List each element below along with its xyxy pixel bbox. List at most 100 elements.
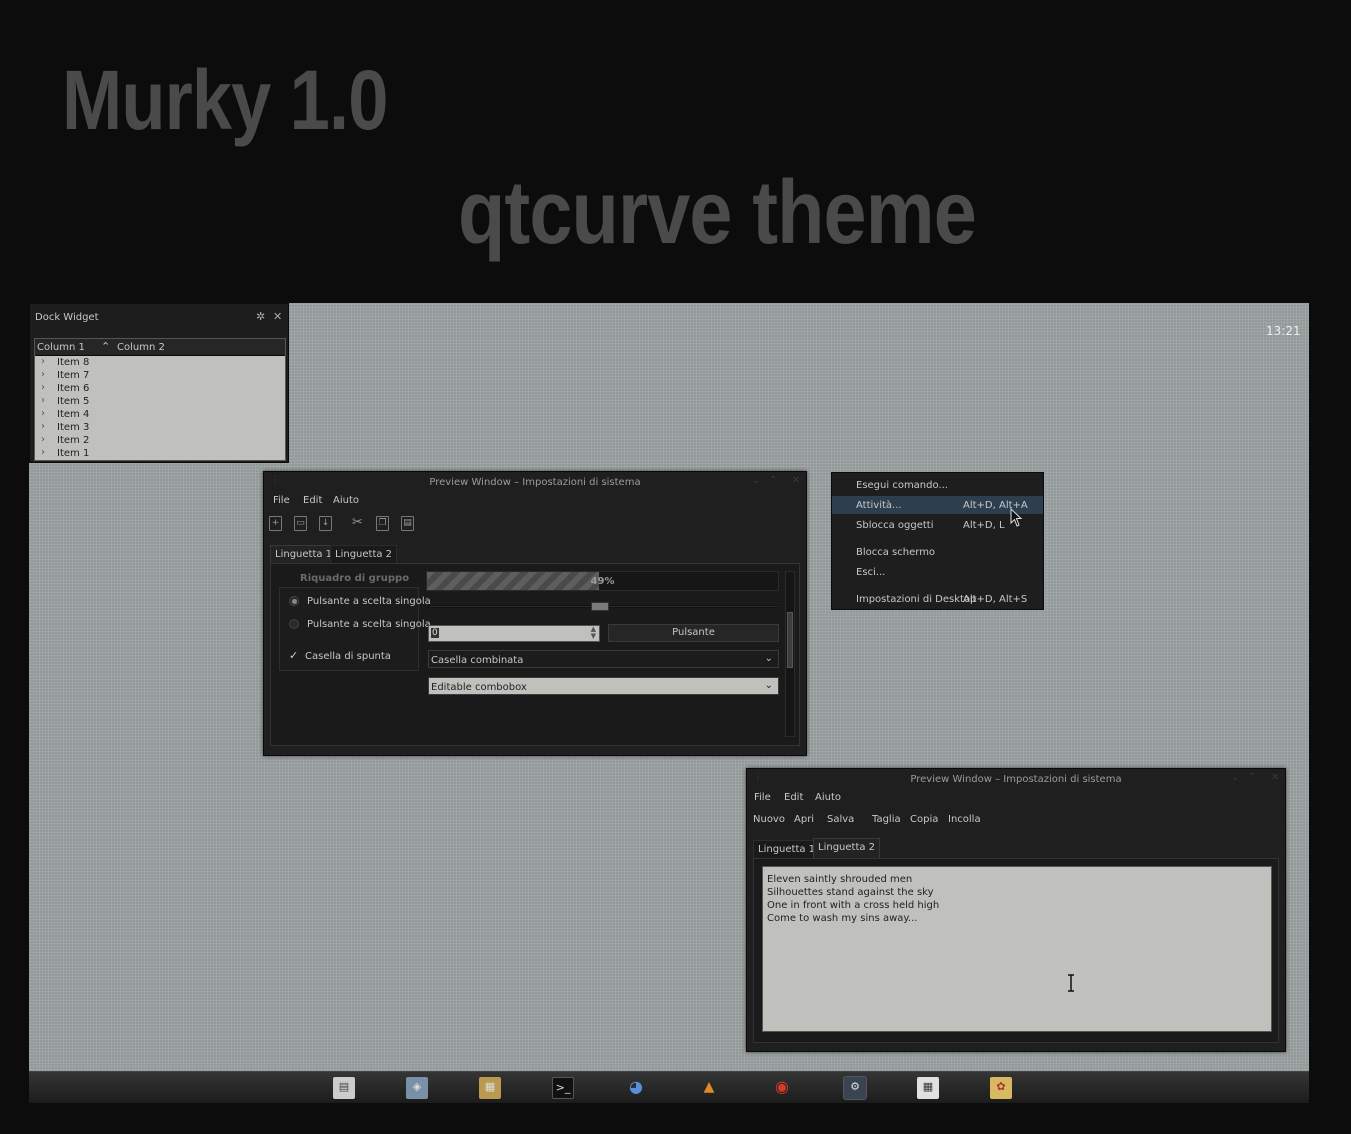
window-menu-icon[interactable]: ⋮: [270, 475, 280, 486]
group-title: Riquadro di gruppo: [300, 573, 410, 584]
menu-aiuto[interactable]: Aiuto: [333, 495, 359, 506]
text-line: One in front with a cross held high: [767, 900, 940, 911]
tree-view[interactable]: Column 1 ⌃ Column 2 › Item 8 › Item 7 › Ite…: [34, 338, 286, 461]
toolbar-taglia[interactable]: Taglia: [872, 814, 901, 825]
paint-icon[interactable]: ✿: [990, 1077, 1012, 1099]
tab-linguetta-2[interactable]: Linguetta 2: [330, 545, 398, 563]
push-button[interactable]: Pulsante: [608, 624, 779, 642]
save-file-icon[interactable]: ↓: [319, 516, 332, 531]
checkbox-label[interactable]: Casella di spunta: [305, 651, 391, 662]
media-player-icon[interactable]: ▲: [698, 1077, 720, 1099]
mouse-cursor-icon: [1010, 508, 1023, 527]
expand-icon[interactable]: ›: [41, 408, 45, 419]
chevron-down-icon: ⌄: [764, 653, 773, 664]
paste-icon[interactable]: ▤: [401, 516, 414, 531]
image-viewer-icon[interactable]: ◈: [406, 1077, 428, 1099]
radio-button-1[interactable]: [289, 596, 299, 606]
expand-icon[interactable]: ›: [41, 447, 45, 458]
terminal-icon[interactable]: >_: [552, 1077, 574, 1099]
tree-row[interactable]: › Item 4: [35, 408, 285, 421]
spinbox-arrows-icon[interactable]: ▲ ▼: [591, 626, 596, 640]
menu-edit[interactable]: Edit: [303, 495, 322, 506]
text-line: Eleven saintly shrouded men: [767, 874, 913, 885]
tree-header: Column 1 ⌃ Column 2: [35, 339, 285, 356]
taskbar: ▤ ◈ ▦ >_ ◕ ▲ ◉ ⚙ ▦ ✿: [29, 1071, 1309, 1103]
expand-icon[interactable]: ›: [41, 369, 45, 380]
dock-float-icon[interactable]: ✲: [256, 310, 265, 323]
menu-item-impostazioni[interactable]: Impostazioni di Desktop Alt+D, Alt+S: [832, 590, 1043, 608]
checkbox[interactable]: ✓: [289, 650, 300, 662]
open-file-icon[interactable]: ▭: [294, 516, 307, 531]
toolbar-nuovo[interactable]: Nuovo: [753, 814, 785, 825]
menu-file[interactable]: File: [754, 792, 771, 803]
scrollbar-handle[interactable]: [787, 612, 793, 668]
preview-window-1: Preview Window – Impostazioni di sistema…: [263, 471, 807, 756]
tree-row[interactable]: › Item 6: [35, 382, 285, 395]
toolbar-incolla[interactable]: Incolla: [948, 814, 981, 825]
clock: 13:21: [1266, 324, 1301, 338]
sort-up-icon: ⌃: [101, 340, 111, 353]
radio-button-2[interactable]: [289, 619, 299, 629]
copy-icon[interactable]: ❐: [376, 516, 389, 531]
radio-label-1[interactable]: Pulsante a scelta singola: [307, 596, 431, 607]
radio-label-2[interactable]: Pulsante a scelta singola: [307, 619, 431, 630]
menu-file[interactable]: File: [273, 495, 290, 506]
menu-aiuto[interactable]: Aiuto: [815, 792, 841, 803]
browser-icon[interactable]: ◕: [625, 1077, 647, 1099]
maximize-icon[interactable]: ⌃: [1248, 772, 1256, 783]
dock-widget: Dock Widget ✲ ✕ Column 1 ⌃ Column 2 › Ite…: [29, 303, 289, 463]
slider-handle[interactable]: [591, 602, 609, 611]
expand-icon[interactable]: ›: [41, 421, 45, 432]
maximize-icon[interactable]: ⌃: [769, 475, 777, 486]
spinbox-value[interactable]: 0: [431, 628, 439, 638]
tree-row[interactable]: › Item 8: [35, 356, 285, 369]
vertical-scrollbar[interactable]: [785, 571, 795, 737]
toolbar-apri[interactable]: Apri: [794, 814, 814, 825]
progress-label: 49%: [590, 576, 615, 587]
spreadsheet-icon[interactable]: ▦: [917, 1077, 939, 1099]
progress-bar: 49%: [426, 571, 779, 591]
window-title: Preview Window – Impostazioni di sistema: [429, 477, 641, 488]
headline-subtitle: qtcurve theme: [458, 163, 977, 263]
minimize-icon[interactable]: ⌄: [1231, 772, 1239, 783]
cut-icon[interactable]: ✂: [351, 516, 364, 531]
toolbar-copia[interactable]: Copia: [910, 814, 938, 825]
column-header-1[interactable]: Column 1: [37, 342, 85, 353]
tab-linguetta-2[interactable]: Linguetta 2: [813, 838, 881, 858]
close-icon[interactable]: ✕: [1271, 772, 1279, 783]
column-header-2[interactable]: Column 2: [117, 342, 165, 353]
window-menu-icon[interactable]: ⋮: [753, 772, 763, 783]
dock-close-icon[interactable]: ✕: [273, 310, 282, 323]
new-file-icon[interactable]: +: [269, 516, 282, 531]
menu-edit[interactable]: Edit: [784, 792, 803, 803]
menu-item-esegui[interactable]: Esegui comando...: [832, 476, 1043, 494]
expand-icon[interactable]: ›: [41, 356, 45, 367]
expand-icon[interactable]: ›: [41, 395, 45, 406]
text-line: Come to wash my sins away...: [767, 913, 918, 924]
tree-row[interactable]: › Item 1: [35, 447, 285, 460]
toolbar-salva[interactable]: Salva: [827, 814, 854, 825]
expand-icon[interactable]: ›: [41, 382, 45, 393]
tab-linguetta-1[interactable]: Linguetta 1: [753, 840, 821, 858]
settings-icon[interactable]: ⚙: [843, 1076, 867, 1100]
tree-row[interactable]: › Item 7: [35, 369, 285, 382]
tree-row[interactable]: › Item 5: [35, 395, 285, 408]
tree-row[interactable]: › Item 3: [35, 421, 285, 434]
text-editor[interactable]: Eleven saintly shrouded men Silhouettes …: [762, 866, 1272, 1032]
expand-icon[interactable]: ›: [41, 434, 45, 445]
editable-combo-box[interactable]: Editable combobox ⌄: [428, 677, 779, 695]
notes-icon[interactable]: ▦: [479, 1077, 501, 1099]
minimize-icon[interactable]: ⌄: [752, 475, 760, 486]
menu-item-blocca-schermo[interactable]: Blocca schermo: [832, 543, 1043, 561]
tab-pane: Riquadro di gruppo Pulsante a scelta sin…: [270, 563, 800, 746]
spinbox[interactable]: 0 ▲ ▼: [428, 625, 600, 642]
tab-linguetta-1[interactable]: Linguetta 1: [270, 545, 338, 563]
preview-window-2: Preview Window – Impostazioni di sistema…: [746, 768, 1286, 1052]
menu-item-esci[interactable]: Esci...: [832, 563, 1043, 581]
file-manager-icon[interactable]: ▤: [333, 1077, 355, 1099]
combo-box[interactable]: Casella combinata ⌄: [428, 650, 779, 668]
close-icon[interactable]: ✕: [792, 475, 800, 486]
tree-row[interactable]: › Item 2: [35, 434, 285, 447]
disc-burner-icon[interactable]: ◉: [771, 1077, 793, 1099]
chevron-down-icon: ⌄: [764, 680, 773, 691]
